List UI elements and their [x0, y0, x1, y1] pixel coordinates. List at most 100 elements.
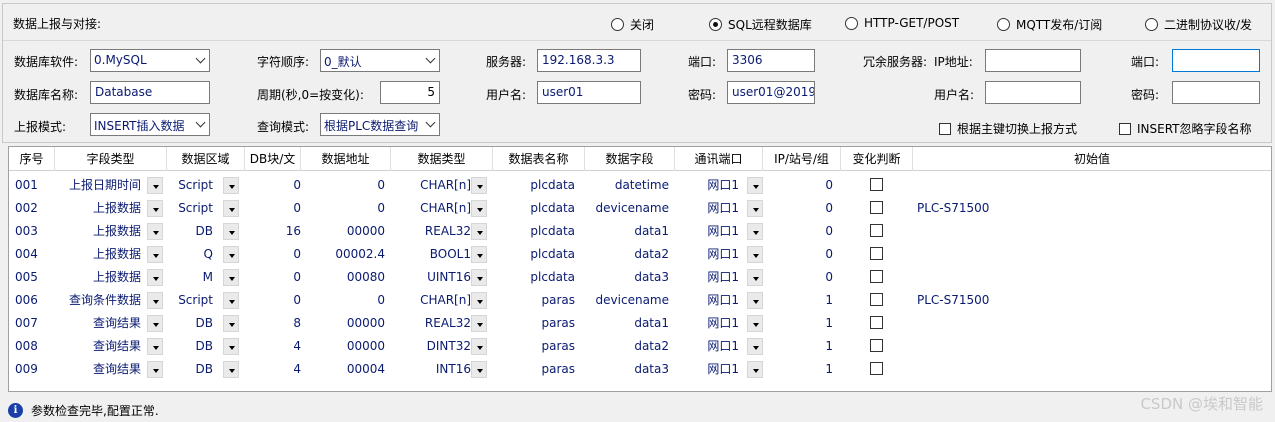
- port-input[interactable]: 3306: [727, 49, 815, 72]
- cell-table-name[interactable]: plcdata: [493, 197, 575, 220]
- cell-data-type[interactable]: CHAR[n]: [391, 289, 471, 312]
- cell-table-name[interactable]: paras: [493, 358, 575, 381]
- pk-switch-checkbox[interactable]: 根据主键切换上报方式: [939, 120, 1077, 137]
- dropdown-arrow-icon[interactable]: [223, 200, 239, 217]
- backup-ip-input[interactable]: [985, 49, 1081, 72]
- cell-index[interactable]: 009: [15, 358, 55, 381]
- dropdown-arrow-icon[interactable]: [471, 177, 487, 194]
- backup-port-input[interactable]: [1172, 49, 1260, 72]
- cell-port[interactable]: 网口1: [675, 266, 739, 289]
- cell-station[interactable]: 1: [763, 358, 833, 381]
- cell-station[interactable]: 1: [763, 289, 833, 312]
- dropdown-arrow-icon[interactable]: [747, 200, 763, 217]
- cell-data-type[interactable]: BOOL1: [391, 243, 471, 266]
- cell-address[interactable]: 00080: [301, 266, 385, 289]
- cell-data-area[interactable]: Q: [167, 243, 213, 266]
- dropdown-arrow-icon[interactable]: [223, 361, 239, 378]
- cell-field-type[interactable]: 上报日期时间: [55, 174, 141, 197]
- cell-port[interactable]: 网口1: [675, 174, 739, 197]
- cell-data-type[interactable]: UINT16: [391, 266, 471, 289]
- cell-address[interactable]: 00000: [301, 335, 385, 358]
- cell-table-name[interactable]: plcdata: [493, 243, 575, 266]
- cell-initial-value[interactable]: [917, 312, 1217, 335]
- dropdown-arrow-icon[interactable]: [147, 292, 163, 309]
- table-row[interactable]: 004 上报数据 Q 0 00002.4 BOOL1 plcdata data2 网口1 0: [9, 243, 1271, 266]
- cell-initial-value[interactable]: [917, 220, 1217, 243]
- dropdown-arrow-icon[interactable]: [747, 246, 763, 263]
- table-row[interactable]: 005 上报数据 M 0 00080 UINT16 plcdata data3 网口1 0: [9, 266, 1271, 289]
- radio-circle[interactable]: [611, 18, 624, 31]
- change-detect-checkbox[interactable]: [870, 339, 883, 352]
- cell-address[interactable]: 00000: [301, 312, 385, 335]
- cell-db-block[interactable]: 4: [245, 335, 301, 358]
- radio-circle[interactable]: [709, 18, 722, 31]
- cell-db-block[interactable]: 0: [245, 289, 301, 312]
- cell-field-type[interactable]: 查询条件数据: [55, 289, 141, 312]
- cell-port[interactable]: 网口1: [675, 289, 739, 312]
- cell-table-name[interactable]: paras: [493, 312, 575, 335]
- change-detect-checkbox[interactable]: [870, 247, 883, 260]
- cell-data-area[interactable]: M: [167, 266, 213, 289]
- dropdown-arrow-icon[interactable]: [747, 361, 763, 378]
- cell-data-area[interactable]: Script: [167, 289, 213, 312]
- cell-data-area[interactable]: Script: [167, 174, 213, 197]
- radio-close[interactable]: 关闭: [611, 16, 654, 33]
- cell-port[interactable]: 网口1: [675, 197, 739, 220]
- dropdown-arrow-icon[interactable]: [147, 223, 163, 240]
- cell-station[interactable]: 0: [763, 243, 833, 266]
- cell-field-type[interactable]: 上报数据: [55, 220, 141, 243]
- cell-field-type[interactable]: 上报数据: [55, 266, 141, 289]
- dropdown-arrow-icon[interactable]: [223, 177, 239, 194]
- cell-index[interactable]: 006: [15, 289, 55, 312]
- period-input[interactable]: 5: [380, 81, 440, 104]
- dropdown-arrow-icon[interactable]: [223, 246, 239, 263]
- byte-order-select[interactable]: 0_默认: [320, 49, 440, 72]
- dropdown-arrow-icon[interactable]: [747, 269, 763, 286]
- cell-field-name[interactable]: datetime: [585, 174, 669, 197]
- cell-data-area[interactable]: DB: [167, 220, 213, 243]
- cell-db-block[interactable]: 4: [245, 358, 301, 381]
- dropdown-arrow-icon[interactable]: [147, 246, 163, 263]
- cell-initial-value[interactable]: [917, 358, 1217, 381]
- cell-initial-value[interactable]: PLC-S71500: [917, 197, 1217, 220]
- cell-data-type[interactable]: DINT32: [391, 335, 471, 358]
- user-input[interactable]: user01: [537, 81, 641, 104]
- dropdown-arrow-icon[interactable]: [471, 361, 487, 378]
- cell-field-type[interactable]: 查询结果: [55, 335, 141, 358]
- cell-data-area[interactable]: DB: [167, 312, 213, 335]
- cell-field-type[interactable]: 上报数据: [55, 243, 141, 266]
- db-name-input[interactable]: Database: [90, 81, 210, 104]
- cell-address[interactable]: 00000: [301, 220, 385, 243]
- checkbox-box[interactable]: [1119, 122, 1131, 135]
- cell-index[interactable]: 005: [15, 266, 55, 289]
- dropdown-arrow-icon[interactable]: [471, 338, 487, 355]
- cell-data-type[interactable]: REAL32: [391, 220, 471, 243]
- dropdown-arrow-icon[interactable]: [223, 315, 239, 332]
- cell-table-name[interactable]: plcdata: [493, 220, 575, 243]
- table-row[interactable]: 003 上报数据 DB 16 00000 REAL32 plcdata data1 网口1 0: [9, 220, 1271, 243]
- change-detect-checkbox[interactable]: [870, 224, 883, 237]
- cell-db-block[interactable]: 0: [245, 243, 301, 266]
- cell-index[interactable]: 003: [15, 220, 55, 243]
- cell-port[interactable]: 网口1: [675, 312, 739, 335]
- cell-field-name[interactable]: devicename: [585, 289, 669, 312]
- cell-db-block[interactable]: 0: [245, 174, 301, 197]
- cell-initial-value[interactable]: [917, 243, 1217, 266]
- dropdown-arrow-icon[interactable]: [471, 315, 487, 332]
- cell-field-name[interactable]: data2: [585, 335, 669, 358]
- cell-field-name[interactable]: data2: [585, 243, 669, 266]
- change-detect-checkbox[interactable]: [870, 270, 883, 283]
- db-software-select[interactable]: 0.MySQL: [90, 49, 210, 72]
- dropdown-arrow-icon[interactable]: [223, 338, 239, 355]
- cell-data-type[interactable]: REAL32: [391, 312, 471, 335]
- change-detect-checkbox[interactable]: [870, 362, 883, 375]
- dropdown-arrow-icon[interactable]: [471, 200, 487, 217]
- change-detect-checkbox[interactable]: [870, 316, 883, 329]
- cell-port[interactable]: 网口1: [675, 358, 739, 381]
- cell-field-type[interactable]: 查询结果: [55, 358, 141, 381]
- password-input[interactable]: user01@2019(: [727, 81, 815, 104]
- dropdown-arrow-icon[interactable]: [471, 292, 487, 309]
- dropdown-arrow-icon[interactable]: [747, 338, 763, 355]
- dropdown-arrow-icon[interactable]: [147, 177, 163, 194]
- cell-initial-value[interactable]: [917, 266, 1217, 289]
